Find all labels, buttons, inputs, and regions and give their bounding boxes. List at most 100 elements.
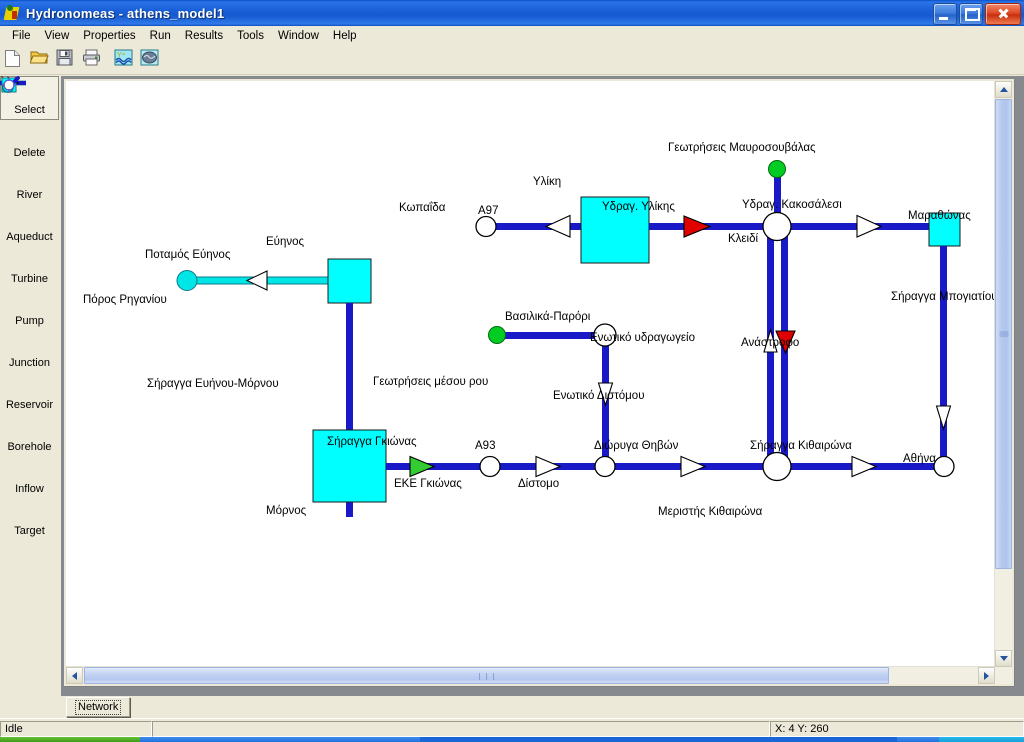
node-geotriseis-mavrosouvalas bbox=[768, 160, 786, 178]
maximize-button[interactable] bbox=[959, 3, 983, 25]
taskbar-item[interactable] bbox=[665, 737, 897, 742]
system-tray[interactable] bbox=[939, 737, 1024, 742]
aqueduct-arrow-icon bbox=[0, 76, 59, 230]
palette-item-borehole[interactable]: Borehole bbox=[0, 76, 59, 456]
label-siragga-evinou-mornou: Σήραγγα Ευήνου-Μόρνου bbox=[147, 378, 279, 390]
label-ydrag-ylikis: Υδραγ. Υλίκης bbox=[602, 201, 675, 213]
horizontal-scrollbar[interactable] bbox=[66, 666, 995, 684]
title-bar: Hydronomeas - athens_model1 bbox=[0, 0, 1024, 26]
palette-label-select: Select bbox=[14, 104, 45, 116]
scroll-grip-icon bbox=[999, 331, 1008, 338]
label-geotriseis-mavrosouvalas: Γεωτρήσεις Μαυροσουβάλας bbox=[668, 142, 816, 154]
hydronomeas-icon bbox=[3, 4, 21, 22]
status-middle bbox=[152, 721, 770, 737]
os-taskbar bbox=[0, 737, 1024, 742]
palette-label-aqueduct: Aqueduct bbox=[6, 231, 53, 243]
menu-tools[interactable]: Tools bbox=[230, 27, 271, 45]
label-enotiko-distomou: Ενωτικό Διστόμου bbox=[553, 390, 645, 402]
node-meristis-kithairona bbox=[762, 451, 792, 482]
label-geotriseis-mesou-rou: Γεωτρήσεις μέσου ρου bbox=[373, 376, 489, 388]
start-button[interactable] bbox=[0, 737, 140, 742]
palette-label-delete: Delete bbox=[13, 147, 46, 159]
menu-run[interactable]: Run bbox=[143, 27, 178, 45]
network-canvas[interactable]: Πόρος Ρηγανίου Εύηνος Ποταμός Εύηνος Σήρ… bbox=[66, 81, 995, 667]
close-button[interactable] bbox=[985, 3, 1021, 25]
menu-window[interactable]: Window bbox=[271, 27, 326, 45]
menu-bar: File View Properties Run Results Tools W… bbox=[0, 26, 1024, 47]
scroll-down-button[interactable] bbox=[995, 650, 1012, 667]
arrow-a97 bbox=[544, 214, 571, 238]
palette-item-delete[interactable]: Delete bbox=[0, 76, 59, 162]
label-meristis-kithairona: Μεριστής Κιθαιρώνα bbox=[658, 506, 763, 518]
menu-view[interactable]: View bbox=[38, 27, 77, 45]
tab-strip: Network bbox=[61, 696, 1024, 718]
vertical-scroll-thumb[interactable] bbox=[995, 99, 1012, 569]
label-eke-gkionas: ΕΚΕ Γκιώνας bbox=[394, 478, 462, 490]
palette-item-turbine[interactable]: Turbine bbox=[0, 76, 59, 288]
label-potamos-evinos: Ποταμός Εύηνος bbox=[145, 249, 231, 261]
menu-properties[interactable]: Properties bbox=[76, 27, 142, 45]
link-ydrag-kakosalesi bbox=[777, 223, 929, 230]
junction-circle-icon bbox=[0, 77, 59, 356]
label-kleidi: Κλειδί bbox=[728, 233, 759, 245]
new-file-icon[interactable] bbox=[3, 48, 28, 72]
label-anastrofo: Ανάστροφο bbox=[741, 337, 800, 349]
minimize-button[interactable] bbox=[933, 3, 957, 25]
label-kopaida: Κωπαΐδα bbox=[399, 202, 446, 214]
label-poros-riganiou: Πόρος Ρηγανίου bbox=[83, 294, 167, 306]
arrow-potamos-evinos bbox=[245, 270, 268, 291]
label-ydrag-kakosalesi: Υδραγ. Κακοσάλεσι bbox=[742, 199, 842, 211]
palette-label-junction: Junction bbox=[9, 357, 50, 369]
palette-label-reservoir: Reservoir bbox=[5, 399, 54, 411]
vertical-scrollbar[interactable] bbox=[994, 81, 1012, 667]
label-vasilika-parori: Βασιλικά-Παρόρι bbox=[505, 311, 591, 323]
pump-arrow-icon bbox=[0, 76, 59, 314]
red-x-icon bbox=[0, 76, 59, 146]
taskbar-item[interactable] bbox=[420, 737, 665, 742]
optimization-brain-icon[interactable] bbox=[139, 48, 164, 72]
status-bar: Idle X: 4 Y: 260 bbox=[0, 718, 1024, 739]
tab-network-label: Network bbox=[75, 699, 122, 715]
label-enotiko-ydragogeio: Ενωτικό υδραγωγείο bbox=[590, 332, 695, 344]
node-athina bbox=[933, 455, 955, 478]
label-distomo: Δίστομο bbox=[518, 478, 560, 490]
print-icon[interactable] bbox=[81, 48, 106, 72]
simulation-icon[interactable]: Y ≈ bbox=[113, 48, 138, 72]
network-diagram: Πόρος Ρηγανίου Εύηνος Ποταμός Εύηνος Σήρ… bbox=[66, 81, 995, 667]
tab-network[interactable]: Network bbox=[66, 697, 131, 717]
palette-item-target[interactable]: Target bbox=[0, 77, 59, 540]
river-arrow-icon bbox=[0, 76, 59, 188]
arrow-a93 bbox=[535, 455, 562, 478]
scroll-right-button[interactable] bbox=[978, 667, 995, 684]
window-controls bbox=[933, 3, 1021, 25]
scrollbar-corner bbox=[995, 667, 1012, 684]
palette-item-junction[interactable]: Junction bbox=[0, 77, 59, 372]
inflow-icon bbox=[0, 76, 59, 482]
scroll-up-button[interactable] bbox=[995, 81, 1012, 98]
arrow-ydrag-kakosalesi bbox=[856, 214, 883, 238]
open-folder-icon[interactable] bbox=[29, 48, 54, 72]
link-siragga-evinou-mornou bbox=[346, 303, 353, 443]
palette-item-river[interactable]: River bbox=[0, 76, 59, 204]
palette-item-reservoir[interactable]: Reservoir bbox=[0, 77, 59, 414]
node-eke-gkionas bbox=[479, 455, 501, 478]
reservoir-square-icon bbox=[0, 77, 59, 398]
network-document-window: Πόρος Ρηγανίου Εύηνος Ποταμός Εύηνος Σήρ… bbox=[64, 79, 1014, 686]
menu-help[interactable]: Help bbox=[326, 27, 364, 45]
label-siragga-kithairona: Σήραγγα Κιθαιρώνα bbox=[750, 440, 852, 452]
palette-item-pump[interactable]: Pump bbox=[0, 76, 59, 330]
menu-results[interactable]: Results bbox=[178, 27, 230, 45]
mdi-client-area: Πόρος Ρηγανίου Εύηνος Ποταμός Εύηνος Σήρ… bbox=[61, 76, 1024, 696]
palette-item-aqueduct[interactable]: Aqueduct bbox=[0, 76, 59, 246]
palette-item-inflow[interactable]: Inflow bbox=[0, 76, 59, 498]
save-disk-icon[interactable] bbox=[55, 48, 80, 72]
node-poros-riganiou bbox=[176, 270, 198, 291]
node-kleidi bbox=[762, 211, 792, 242]
horizontal-scroll-thumb[interactable] bbox=[84, 667, 889, 684]
scroll-left-button[interactable] bbox=[66, 667, 83, 684]
window-title: Hydronomeas - athens_model1 bbox=[26, 5, 225, 21]
application-window: Hydronomeas - athens_model1 File View Pr… bbox=[0, 0, 1024, 742]
palette-label-borehole: Borehole bbox=[7, 441, 52, 453]
menu-file[interactable]: File bbox=[5, 27, 38, 45]
label-marathonas: Μαραθώνας bbox=[908, 210, 971, 222]
